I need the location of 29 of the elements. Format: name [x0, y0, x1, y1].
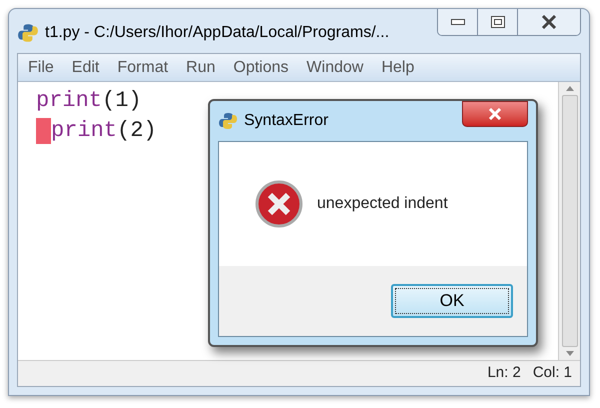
menu-item[interactable]: Options: [233, 56, 289, 80]
ok-button[interactable]: OK: [391, 284, 513, 318]
python-icon: [218, 111, 238, 131]
error-icon: [255, 180, 303, 228]
maximize-icon: [490, 16, 504, 28]
code-line: print(1): [36, 87, 142, 115]
menu-item[interactable]: Format: [117, 56, 168, 80]
dialog-title: SyntaxError: [244, 111, 330, 131]
scroll-down-icon: [566, 351, 574, 356]
maximize-button[interactable]: [478, 9, 518, 35]
python-icon: [17, 22, 39, 44]
menu-item[interactable]: Help: [381, 56, 414, 80]
scroll-thumb[interactable]: [562, 95, 578, 347]
column-number: Col: 1: [532, 363, 572, 384]
scroll-up-icon: [566, 86, 574, 91]
code-line: print(2): [36, 116, 157, 146]
close-icon: [488, 108, 502, 120]
error-message: unexpected indent: [317, 194, 448, 214]
window-title: t1.py - C:/Users/Ihor/AppData/Local/Programs/...: [45, 23, 390, 43]
menu-item[interactable]: File: [28, 56, 54, 80]
menu-item[interactable]: Edit: [72, 56, 100, 80]
minimize-icon: [450, 19, 464, 25]
close-icon: [541, 15, 557, 29]
minimize-button[interactable]: [438, 9, 478, 35]
close-button[interactable]: [518, 9, 580, 35]
close-button[interactable]: [462, 101, 528, 127]
menu-item[interactable]: Window: [306, 56, 364, 80]
line-number: Ln: 2: [487, 363, 521, 384]
menu-item[interactable]: Run: [186, 56, 216, 80]
